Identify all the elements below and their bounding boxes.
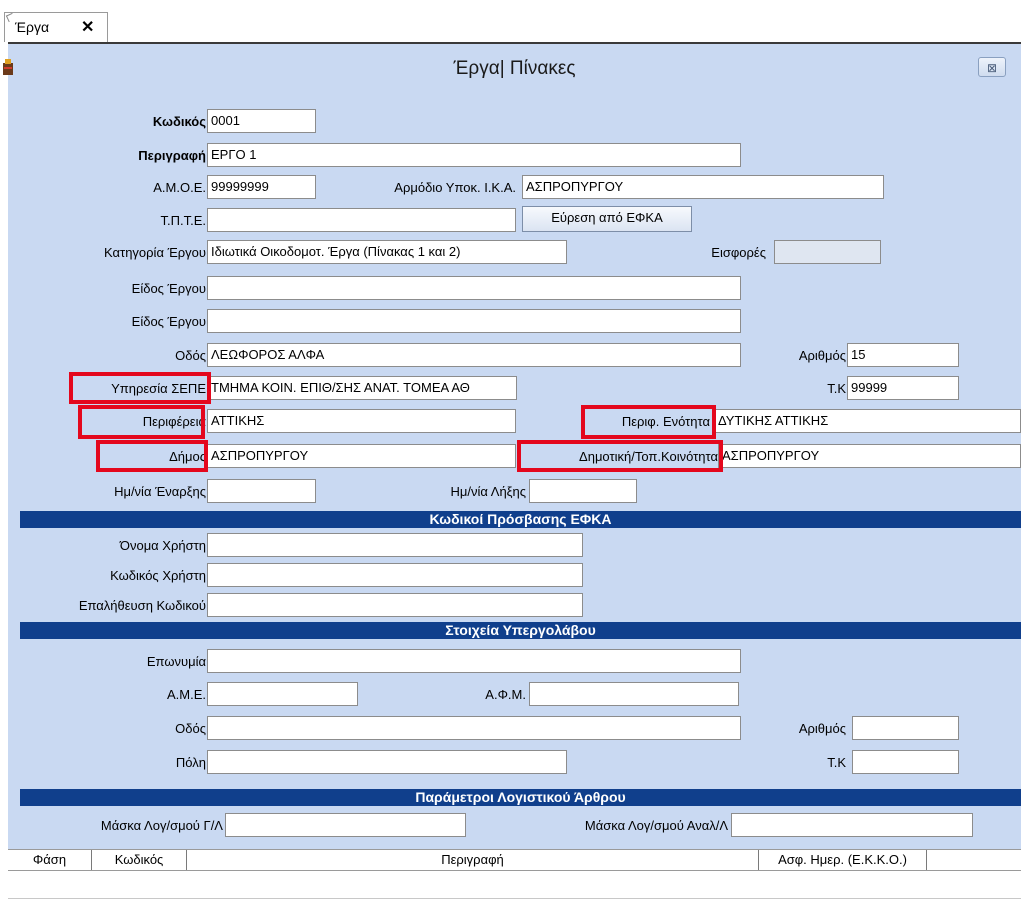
sub-ame-field[interactable] bbox=[207, 682, 358, 706]
sub-ame-label: Α.Μ.Ε. bbox=[166, 687, 206, 702]
sub-street-label: Οδός bbox=[175, 721, 206, 736]
subcontractor-section-header: Στοιχεία Υπεργολάβου bbox=[20, 622, 1021, 639]
gl-mask-label: Μάσκα Λογ/σμού Γ/Λ bbox=[100, 818, 223, 833]
regional-unit-label: Περιφ. Ενότητα bbox=[621, 414, 710, 429]
tab-corner-icon bbox=[5, 12, 16, 23]
sub-city-field[interactable] bbox=[207, 750, 567, 774]
column-header-code[interactable]: Κωδικός bbox=[92, 850, 187, 870]
window-title: Έργα| Πίνακες bbox=[453, 58, 576, 79]
column-header-insured-days[interactable]: Ασφ. Ημερ. (Ε.Κ.Κ.Ο.) bbox=[759, 850, 927, 870]
an-mask-field[interactable] bbox=[731, 813, 973, 837]
contributions-label: Εισφορές bbox=[711, 245, 766, 260]
start-date-field[interactable] bbox=[207, 479, 316, 503]
sepe-label: Υπηρεσία ΣΕΠΕ bbox=[111, 381, 206, 396]
region-label: Περιφέρεια bbox=[142, 414, 206, 429]
efka-section-header: Κωδικοί Πρόσβασης ΕΦΚΑ bbox=[20, 511, 1021, 528]
sub-afm-field[interactable] bbox=[529, 682, 739, 706]
tab-close-icon[interactable]: ✕ bbox=[81, 17, 94, 37]
sub-street-field[interactable] bbox=[207, 716, 741, 740]
form-area: Κωδικός 0001 Περιγραφή ΕΡΓΟ 1 Α.Μ.Ο.Ε. 9… bbox=[8, 92, 1021, 849]
sub-name-label: Επωνυμία bbox=[146, 654, 206, 669]
ika-label: Αρμόδιο Υποκ. Ι.Κ.Α. bbox=[394, 180, 516, 195]
regional-unit-field[interactable]: ΔΥΤΙΚΗΣ ΑΤΤΙΚΗΣ bbox=[714, 409, 1021, 433]
window: Έργα| Πίνακες ⊠ Κωδικός 0001 Περιγραφή Ε… bbox=[3, 42, 1021, 899]
number-label: Αριθμός bbox=[798, 348, 846, 363]
tab-bar: Έργα ✕ bbox=[0, 0, 1021, 42]
sub-tk-field[interactable] bbox=[852, 750, 959, 774]
grid-header: Φάση Κωδικός Περιγραφή Ασφ. Ημερ. (Ε.Κ.Κ… bbox=[8, 849, 1021, 871]
street-label: Οδός bbox=[175, 348, 206, 363]
number-field[interactable]: 15 bbox=[847, 343, 959, 367]
window-close-button[interactable]: ⊠ bbox=[978, 57, 1006, 77]
column-header-phase[interactable]: Φάση bbox=[8, 850, 92, 870]
user-code-field[interactable] bbox=[207, 563, 583, 587]
sub-afm-label: Α.Φ.Μ. bbox=[485, 687, 526, 702]
description-label: Περιγραφή bbox=[138, 148, 206, 163]
project-type-label-1: Είδος Έργου bbox=[131, 281, 206, 296]
tpte-label: Τ.Π.Τ.Ε. bbox=[160, 213, 206, 228]
code-field[interactable]: 0001 bbox=[207, 109, 316, 133]
tk-field[interactable]: 99999 bbox=[847, 376, 959, 400]
tab-erga[interactable]: Έργα ✕ bbox=[4, 12, 108, 42]
end-date-label: Ημ/νία Λήξης bbox=[450, 484, 526, 499]
category-field[interactable]: Ιδιωτικά Οικοδομοτ. Έργα (Πίνακας 1 και … bbox=[207, 240, 567, 264]
tab-label: Έργα bbox=[15, 19, 50, 35]
municipality-label: Δήμος bbox=[169, 449, 206, 464]
community-label: Δημοτική/Τοπ.Κοινότητα bbox=[579, 449, 718, 464]
description-field[interactable]: ΕΡΓΟ 1 bbox=[207, 143, 741, 167]
sepe-field[interactable]: ΤΜΗΜΑ ΚΟΙΝ. ΕΠΙΘ/ΣΗΣ ΑΝΑΤ. ΤΟΜΕΑ ΑΘ bbox=[207, 376, 517, 400]
tk-label: Τ.Κ bbox=[827, 381, 846, 396]
community-field[interactable]: ΑΣΠΡΟΠΥΡΓΟΥ bbox=[718, 444, 1021, 468]
sub-name-field[interactable] bbox=[207, 649, 741, 673]
sub-city-label: Πόλη bbox=[175, 755, 206, 770]
start-date-label: Ημ/νία Έναρξης bbox=[114, 484, 206, 499]
category-label: Κατηγορία Έργου bbox=[104, 245, 206, 260]
sub-number-label: Αριθμός bbox=[798, 721, 846, 736]
region-field[interactable]: ΑΤΤΙΚΗΣ bbox=[207, 409, 516, 433]
amoe-label: Α.Μ.Ο.Ε. bbox=[153, 180, 206, 195]
project-type-field-1[interactable] bbox=[207, 276, 741, 300]
an-mask-label: Μάσκα Λογ/σμού Αναλ/Λ bbox=[584, 818, 728, 833]
contributions-field[interactable] bbox=[774, 240, 881, 264]
street-field[interactable]: ΛΕΩΦΟΡΟΣ ΑΛΦΑ bbox=[207, 343, 741, 367]
project-type-label-2: Είδος Έργου bbox=[131, 314, 206, 329]
project-type-field-2[interactable] bbox=[207, 309, 741, 333]
code-label: Κωδικός bbox=[152, 114, 206, 129]
username-label: Όνομα Χρήστη bbox=[119, 538, 206, 553]
confirm-code-field[interactable] bbox=[207, 593, 583, 617]
gl-mask-field[interactable] bbox=[225, 813, 466, 837]
column-header-description[interactable]: Περιγραφή bbox=[187, 850, 759, 870]
confirm-code-label: Επαλήθευση Κωδικού bbox=[78, 598, 206, 613]
sub-number-field[interactable] bbox=[852, 716, 959, 740]
municipality-field[interactable]: ΑΣΠΡΟΠΥΡΓΟΥ bbox=[207, 444, 516, 468]
ika-field[interactable]: ΑΣΠΡΟΠΥΡΓΟΥ bbox=[522, 175, 884, 199]
amoe-field[interactable]: 99999999 bbox=[207, 175, 316, 199]
user-code-label: Κωδικός Χρήστη bbox=[110, 568, 206, 583]
sub-tk-label: Τ.Κ bbox=[827, 755, 846, 770]
title-bar: Έργα| Πίνακες ⊠ bbox=[3, 42, 1021, 92]
efka-lookup-button[interactable]: Εύρεση από ΕΦΚΑ bbox=[522, 206, 692, 232]
end-date-field[interactable] bbox=[529, 479, 637, 503]
username-field[interactable] bbox=[207, 533, 583, 557]
accounting-section-header: Παράμετροι Λογιστικού Άρθρου bbox=[20, 789, 1021, 806]
tpte-field[interactable] bbox=[207, 208, 516, 232]
grid-body[interactable] bbox=[8, 871, 1021, 899]
